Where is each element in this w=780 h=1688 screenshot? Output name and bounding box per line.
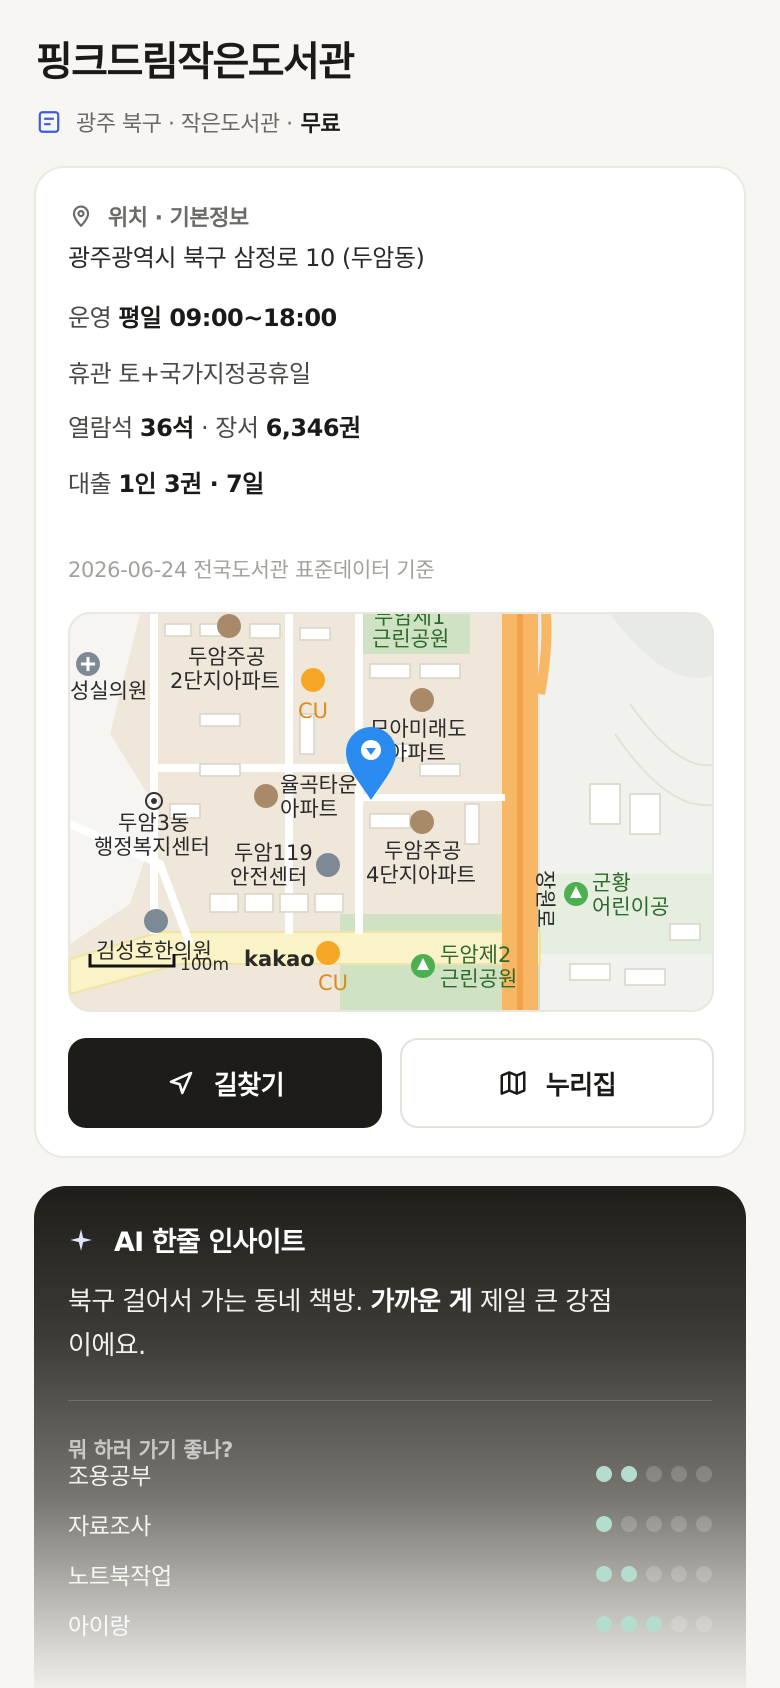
map-label-apt2b: 2단지아파트 (170, 669, 280, 693)
map-label-park2b: 어린이공 (592, 895, 669, 919)
ai-title-text: AI 한줄 인사이트 (114, 1227, 306, 1258)
rating-dot (621, 1516, 637, 1532)
books-value: 6,346권 (265, 414, 362, 442)
ai-insight-card: AI 한줄 인사이트 북구 걸어서 가는 동네 책방. 가까운 게 제일 큰 강… (34, 1186, 746, 1688)
map-label-safety2: 안전센터 (230, 865, 307, 889)
loan-label: 대출 (68, 470, 112, 498)
loan-value: 1인 3권 · 7일 (118, 470, 264, 498)
activity-row: 노트북작업 (68, 1554, 712, 1594)
map-label-park3b: 근린공원 (440, 967, 517, 991)
map-label-yulgok2: 아파트 (280, 797, 338, 821)
fee-badge: 무료 (300, 112, 341, 137)
rating-dots (596, 1466, 712, 1482)
rating-dot (671, 1466, 687, 1482)
meta-text: 광주 북구 · 작은도서관 · (76, 112, 293, 137)
document-icon (38, 111, 60, 133)
rating-dot (621, 1466, 637, 1482)
activity-row: 조용공부 (68, 1454, 712, 1494)
page-title: 핑크드림작은도서관 (36, 39, 355, 85)
map-label-safety1: 두암119 (234, 841, 313, 865)
closed-label: 휴관 (68, 360, 112, 388)
activity-row: 자료조사 (68, 1504, 712, 1544)
loan-policy: 대출 1인 3권 · 7일 (68, 464, 264, 499)
hours-value: 평일 09:00~18:00 (118, 304, 337, 332)
closed-days: 휴관 토+국가지정공휴일 (68, 354, 311, 389)
books-label: 장서 (215, 414, 259, 442)
rating-dot (646, 1516, 662, 1532)
map-icon (500, 1071, 526, 1095)
rating-dot (671, 1516, 687, 1532)
ai-text-a: 북구 걸어서 가는 동네 책방. (68, 1287, 363, 1317)
map-label-yulgok1: 율곡타운 (280, 773, 357, 797)
hours: 운영 평일 09:00~18:00 (68, 298, 337, 333)
capacity: 열람석 36석 · 장서 6,346권 (68, 408, 361, 443)
activity-row: 아이랑 (68, 1604, 712, 1644)
map-label-park2a: 군황 (592, 871, 631, 895)
map-label-cu1: CU (298, 699, 328, 723)
rating-dots (596, 1616, 712, 1632)
map-label-road: 장원로 (533, 870, 557, 928)
map-label-apt4b: 4단지아파트 (366, 863, 476, 887)
map-label-park1b: 근린공원 (372, 627, 449, 651)
website-label: 누리집 (545, 1070, 617, 1101)
address: 광주광역시 북구 삼정로 10 (두암동) (68, 244, 425, 272)
rating-dot (696, 1466, 712, 1482)
map-label-mirae2: 아파트 (388, 741, 446, 765)
divider (68, 1400, 712, 1401)
seats-label: 열람석 (68, 414, 133, 442)
rating-dot (621, 1616, 637, 1632)
rating-dot (671, 1566, 687, 1582)
directions-label: 길찾기 (213, 1070, 285, 1101)
map-brand: kakao (244, 947, 315, 971)
ai-text-bold: 가까운 게 (370, 1287, 473, 1317)
rating-dots (596, 1516, 712, 1532)
rating-dots (596, 1566, 712, 1582)
ai-summary: 북구 걸어서 가는 동네 책방. 가까운 게 제일 큰 강점이에요. (68, 1280, 628, 1368)
section-title-text: 위치 · 기본정보 (108, 206, 249, 231)
location-pin-icon (72, 205, 90, 228)
rating-dot (596, 1566, 612, 1582)
location-map[interactable]: 두암제1 근린공원 두암주공 2단지아파트 성실의원 CU 모아미래도 아파트 … (68, 612, 714, 1012)
navigation-arrow-icon (169, 1071, 193, 1095)
map-label-apt2a: 두암주공 (188, 645, 265, 669)
activity-label: 노트북작업 (68, 1564, 172, 1590)
activity-label: 아이랑 (68, 1614, 131, 1640)
rating-dot (621, 1566, 637, 1582)
map-scale: 100m (180, 955, 229, 975)
seats-value: 36석 (139, 414, 194, 442)
library-meta: 광주 북구 · 작은도서관 · 무료 (36, 106, 744, 138)
map-canvas[interactable]: 두암제1 근린공원 두암주공 2단지아파트 성실의원 CU 모아미래도 아파트 … (70, 614, 714, 1012)
activity-label: 자료조사 (68, 1514, 152, 1540)
separator: · (201, 414, 209, 442)
rating-dot (696, 1616, 712, 1632)
hours-label: 운영 (68, 304, 112, 332)
rating-dot (646, 1566, 662, 1582)
rating-dot (596, 1616, 612, 1632)
closed-value: 토+국가지정공휴일 (118, 360, 311, 388)
map-label-apt4a: 두암주공 (384, 839, 461, 863)
map-label-park3a: 두암제2 (440, 943, 511, 967)
sparkle-icon (70, 1228, 92, 1251)
data-source-date: 2026-06-24 전국도서관 표준데이터 기준 (68, 558, 435, 582)
map-label-clinic: 성실의원 (70, 679, 147, 703)
website-button[interactable]: 누리집 (400, 1038, 714, 1128)
rating-dot (696, 1516, 712, 1532)
activity-label: 조용공부 (68, 1464, 152, 1490)
map-label-center2: 행정복지센터 (94, 835, 210, 859)
rating-dot (596, 1516, 612, 1532)
map-label-center1: 두암3동 (118, 811, 189, 835)
ai-insight-title: AI 한줄 인사이트 (68, 1220, 306, 1259)
directions-button[interactable]: 길찾기 (68, 1038, 382, 1128)
map-label-cu2: CU (318, 971, 348, 995)
section-title-info: 위치 · 기본정보 (68, 200, 249, 232)
rating-dot (646, 1616, 662, 1632)
rating-dot (696, 1566, 712, 1582)
rating-dot (596, 1466, 612, 1482)
rating-dot (671, 1616, 687, 1632)
rating-dot (646, 1466, 662, 1482)
header: 핑크드림작은도서관 광주 북구 · 작은도서관 · 무료 (36, 36, 744, 138)
info-card: 위치 · 기본정보 광주광역시 북구 삼정로 10 (두암동) 운영 평일 09… (34, 166, 746, 1158)
